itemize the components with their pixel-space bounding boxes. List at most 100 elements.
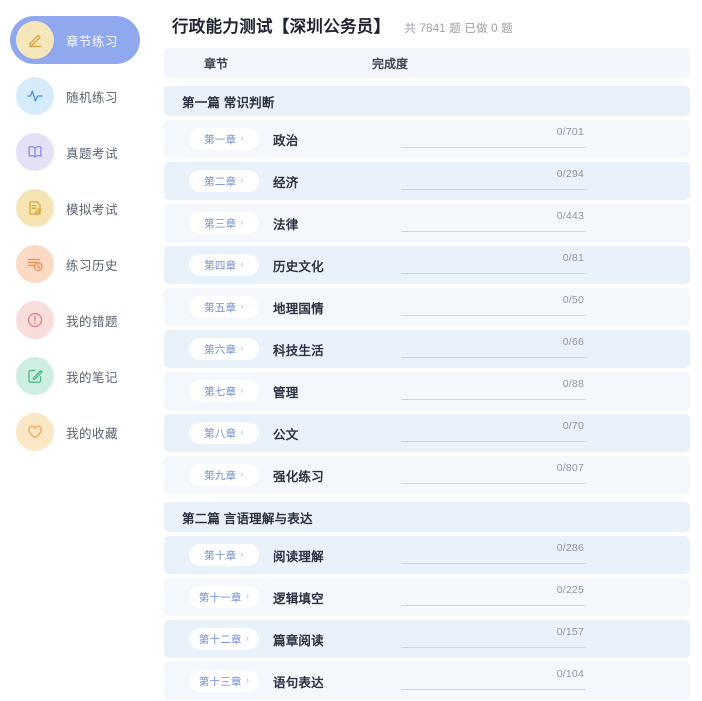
chapter-link-pill[interactable]: 第一章 › [189, 128, 259, 150]
sidebar-item-0[interactable]: 章节练习 [10, 16, 140, 64]
chapter-link-pill[interactable]: 第四章 › [189, 254, 259, 276]
chapter-name: 管理 [273, 385, 299, 400]
chevron-right-icon: › [240, 549, 244, 560]
chevron-right-icon: › [240, 133, 244, 144]
page-header: 行政能力测试【深圳公务员】 共 7841 题 已做 0 题 [164, 0, 690, 48]
chapter-link-pill[interactable]: 第二章 › [189, 170, 259, 192]
chevron-right-icon: › [240, 217, 244, 228]
chapter-link-pill[interactable]: 第九章 › [189, 464, 259, 486]
completion-progress: 0/443 [401, 210, 586, 236]
completion-count-label: 0/70 [562, 420, 584, 432]
completion-count-label: 0/807 [556, 462, 584, 474]
table-row[interactable]: 第二章 › 经济 0/294 [164, 162, 690, 200]
chevron-right-icon: › [240, 175, 244, 186]
table-column-header: 章节 完成度 [164, 48, 690, 78]
chapter-link-pill[interactable]: 第十三章 › [189, 670, 259, 692]
chapter-link-pill[interactable]: 第三章 › [189, 212, 259, 234]
history-icon [16, 245, 54, 283]
sidebar-item-label: 我的收藏 [66, 426, 119, 441]
completion-progress: 0/50 [401, 294, 586, 320]
table-row[interactable]: 第五章 › 地理国情 0/50 [164, 288, 690, 326]
chevron-right-icon: › [240, 301, 244, 312]
sidebar-item-label: 真题考试 [66, 146, 119, 161]
sidebar-item-1[interactable]: 随机练习 [10, 72, 140, 120]
chapter-number-label: 第十二章 [198, 633, 242, 646]
heart-icon [16, 413, 54, 451]
chapter-number-label: 第五章 [204, 301, 237, 314]
completion-progress: 0/294 [401, 168, 586, 194]
completion-count-label: 0/294 [556, 168, 584, 180]
chapter-name: 历史文化 [273, 259, 324, 274]
sidebar-item-3[interactable]: 模拟考试 [10, 184, 140, 232]
chapter-number-label: 第二章 [204, 175, 237, 188]
table-row[interactable]: 第三章 › 法律 0/443 [164, 204, 690, 242]
completion-progress: 0/225 [401, 584, 586, 610]
chapter-number-label: 第一章 [204, 133, 237, 146]
note-edit-icon [16, 357, 54, 395]
sidebar-item-label: 练习历史 [66, 258, 119, 273]
chevron-right-icon: › [240, 259, 244, 270]
chapter-link-pill[interactable]: 第十章 › [189, 544, 259, 566]
completion-progress: 0/286 [401, 542, 586, 568]
completion-count-label: 0/157 [556, 626, 584, 638]
completion-count-label: 0/104 [556, 668, 584, 680]
app-root: 章节练习随机练习真题考试模拟考试练习历史我的错题我的笔记我的收藏 行政能力测试【… [0, 0, 702, 701]
progress-track [401, 604, 586, 606]
sidebar-item-6[interactable]: 我的笔记 [10, 352, 140, 400]
completion-count-label: 0/443 [556, 210, 584, 222]
table-row[interactable]: 第七章 › 管理 0/88 [164, 372, 690, 410]
chapter-name: 法律 [273, 217, 299, 232]
progress-track [401, 562, 586, 564]
progress-track [401, 146, 586, 148]
chapter-link-pill[interactable]: 第六章 › [189, 338, 259, 360]
sidebar: 章节练习随机练习真题考试模拟考试练习历史我的错题我的笔记我的收藏 [0, 0, 150, 701]
table-row[interactable]: 第十三章 › 语句表达 0/104 [164, 662, 690, 700]
completion-progress: 0/88 [401, 378, 586, 404]
table-row[interactable]: 第八章 › 公文 0/70 [164, 414, 690, 452]
progress-track [401, 230, 586, 232]
chapter-number-label: 第十三章 [198, 675, 242, 688]
chevron-right-icon: › [240, 385, 244, 396]
column-header-chapter: 章节 [204, 56, 229, 71]
table-row[interactable]: 第六章 › 科技生活 0/66 [164, 330, 690, 368]
completion-progress: 0/66 [401, 336, 586, 362]
column-header-completion: 完成度 [372, 56, 409, 71]
chapter-number-label: 第九章 [204, 469, 237, 482]
table-row[interactable]: 第十一章 › 逻辑填空 0/225 [164, 578, 690, 616]
completion-count-label: 0/88 [562, 378, 584, 390]
chevron-right-icon: › [245, 675, 250, 686]
sidebar-item-4[interactable]: 练习历史 [10, 240, 140, 288]
table-row[interactable]: 第四章 › 历史文化 0/81 [164, 246, 690, 284]
table-row[interactable]: 第九章 › 强化练习 0/807 [164, 456, 690, 494]
table-row[interactable]: 第十章 › 阅读理解 0/286 [164, 536, 690, 574]
main-content: 行政能力测试【深圳公务员】 共 7841 题 已做 0 题 章节 完成度 第一篇… [150, 0, 702, 701]
chapter-number-label: 第六章 [204, 343, 237, 356]
chapter-link-pill[interactable]: 第十二章 › [189, 628, 259, 650]
completion-progress: 0/81 [401, 252, 586, 278]
chapter-name: 公文 [273, 427, 299, 442]
chapter-link-pill[interactable]: 第八章 › [189, 422, 259, 444]
completion-count-label: 0/701 [556, 126, 584, 138]
table-row[interactable]: 第一章 › 政治 0/701 [164, 120, 690, 158]
sidebar-item-2[interactable]: 真题考试 [10, 128, 140, 176]
chapter-link-pill[interactable]: 第十一章 › [189, 586, 259, 608]
chapter-number-label: 第四章 [204, 259, 237, 272]
completion-progress: 0/157 [401, 626, 586, 652]
sidebar-item-5[interactable]: 我的错题 [10, 296, 140, 344]
chapter-table-body: 第一篇 常识判断 第一章 › 政治 0/701 第二章 › 经济 0/294 第三章 › 法律 0/44… [164, 86, 690, 700]
completion-count-label: 0/50 [562, 294, 584, 306]
progress-track [401, 482, 586, 484]
chevron-right-icon: › [240, 469, 244, 480]
chapter-number-label: 第七章 [204, 385, 237, 398]
chapter-link-pill[interactable]: 第七章 › [189, 380, 259, 402]
table-row[interactable]: 第十二章 › 篇章阅读 0/157 [164, 620, 690, 658]
chapter-number-label: 第十章 [204, 549, 237, 562]
chapter-link-pill[interactable]: 第五章 › [189, 296, 259, 318]
exclamation-circle-icon [16, 301, 54, 339]
progress-track [401, 398, 586, 400]
sidebar-item-7[interactable]: 我的收藏 [10, 408, 140, 456]
progress-track [401, 688, 586, 690]
progress-track [401, 272, 586, 274]
completion-count-label: 0/66 [562, 336, 584, 348]
chevron-right-icon: › [240, 343, 244, 354]
